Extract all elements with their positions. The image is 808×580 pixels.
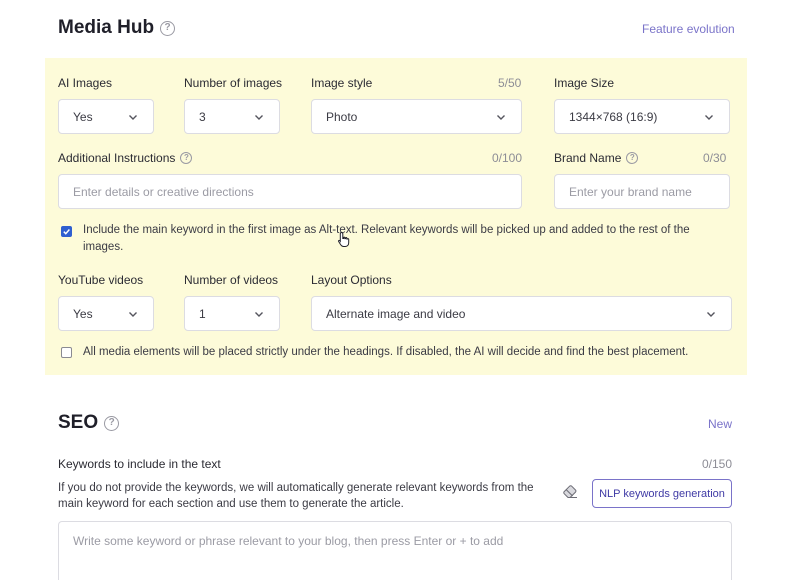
additional-instructions-input[interactable]: Enter details or creative directions — [58, 174, 522, 209]
ai-images-value: Yes — [73, 109, 93, 124]
hand-pointer-icon — [338, 231, 350, 247]
brand-name-label: Brand Name — [554, 151, 622, 165]
chevron-down-icon — [129, 311, 137, 317]
help-icon[interactable]: ? — [160, 20, 176, 36]
help-icon[interactable]: ? — [180, 152, 193, 164]
image-size-select[interactable]: 1344×768 (16:9) — [554, 99, 730, 134]
chevron-down-icon — [129, 114, 137, 120]
keywords-input[interactable]: Write some keyword or phrase relevant to… — [58, 521, 732, 580]
brand-name-input[interactable]: Enter your brand name — [554, 174, 730, 209]
additional-instructions-counter: 0/100 — [492, 151, 523, 165]
chevron-down-icon — [707, 311, 715, 317]
num-images-select[interactable]: 3 — [184, 99, 280, 134]
image-style-value: Photo — [326, 109, 358, 124]
new-link[interactable]: New — [708, 417, 732, 431]
alt-text-checkbox[interactable] — [61, 226, 72, 237]
chevron-down-icon — [705, 114, 713, 120]
num-images-label: Number of images — [184, 76, 283, 90]
num-images-value: 3 — [199, 109, 206, 124]
keywords-help-text: If you do not provide the keywords, we w… — [58, 482, 534, 510]
image-style-counter: 5/50 — [498, 76, 522, 90]
additional-instructions-label: Additional Instructions — [58, 151, 176, 165]
ai-images-label: AI Images — [58, 76, 113, 90]
image-style-label: Image style — [311, 76, 373, 90]
help-icon[interactable]: ? — [104, 415, 120, 431]
nlp-keywords-button[interactable]: NLP keywords generation — [592, 479, 732, 508]
placement-checkbox[interactable] — [61, 347, 72, 358]
num-videos-select[interactable]: 1 — [184, 296, 280, 331]
chevron-down-icon — [497, 114, 505, 120]
check-icon — [63, 229, 70, 235]
chevron-down-icon — [255, 311, 263, 317]
help-icon[interactable]: ? — [626, 152, 639, 164]
alt-text-option-text: Include the main keyword in the first im… — [83, 224, 690, 253]
image-style-select[interactable]: Photo — [311, 99, 522, 134]
keywords-placeholder: Write some keyword or phrase relevant to… — [73, 534, 504, 548]
feature-evolution-link[interactable]: Feature evolution — [642, 22, 735, 36]
additional-instructions-placeholder: Enter details or creative directions — [73, 184, 254, 199]
seo-header: SEO ? — [58, 412, 120, 434]
youtube-videos-select[interactable]: Yes — [58, 296, 154, 331]
eraser-icon[interactable] — [562, 485, 578, 499]
chevron-down-icon — [255, 114, 263, 120]
brand-name-label-group: Brand Name ? — [554, 151, 639, 165]
media-hub-header: Media Hub ? — [58, 17, 176, 39]
seo-title: SEO — [58, 412, 99, 433]
additional-instructions-label-group: Additional Instructions ? — [58, 151, 193, 165]
brand-name-counter: 0/30 — [703, 151, 727, 165]
youtube-videos-label: YouTube videos — [58, 273, 144, 287]
ai-images-select[interactable]: Yes — [58, 99, 154, 134]
youtube-videos-value: Yes — [73, 306, 93, 321]
image-size-label: Image Size — [554, 76, 615, 90]
num-videos-value: 1 — [199, 306, 206, 321]
layout-options-value: Alternate image and video — [326, 306, 466, 321]
brand-name-placeholder: Enter your brand name — [569, 184, 692, 199]
layout-options-select[interactable]: Alternate image and video — [311, 296, 732, 331]
media-hub-title: Media Hub — [58, 17, 155, 38]
layout-options-label: Layout Options — [311, 273, 392, 287]
keywords-label: Keywords to include in the text — [58, 457, 221, 471]
num-videos-label: Number of videos — [184, 273, 279, 287]
image-size-value: 1344×768 (16:9) — [569, 109, 658, 124]
keywords-counter: 0/150 — [702, 457, 733, 471]
placement-option-text: All media elements will be placed strict… — [83, 346, 689, 358]
